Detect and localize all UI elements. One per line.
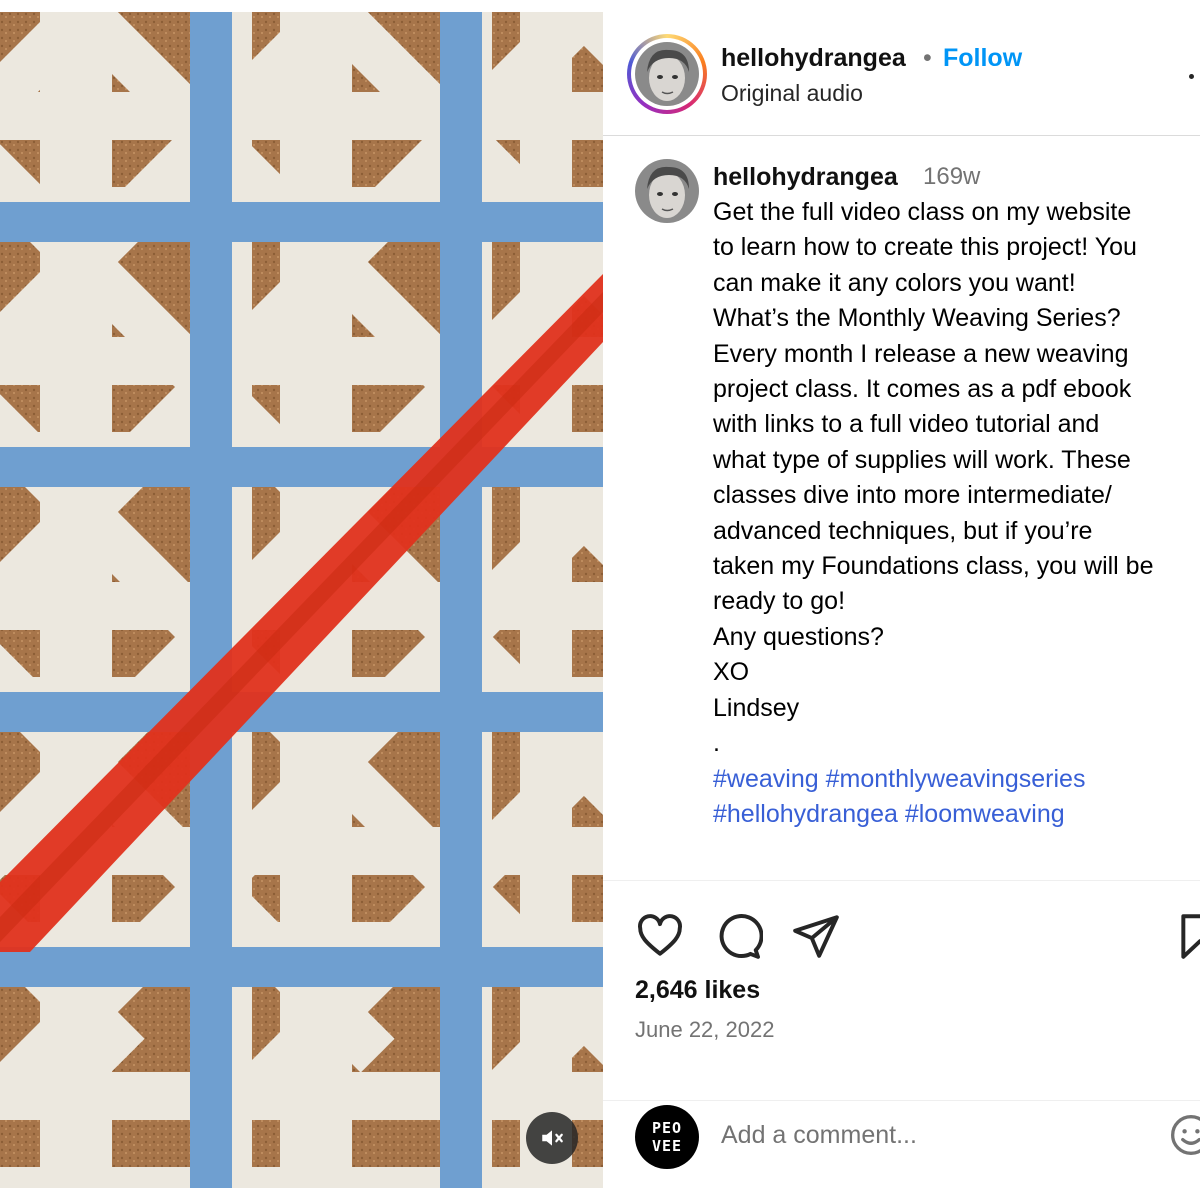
- hashtag-row: #hellohydrangea #loomweaving: [713, 797, 1200, 832]
- caption-line: what type of supplies will work. These: [713, 445, 1131, 474]
- post-date[interactable]: June 22, 2022: [635, 1017, 774, 1043]
- send-icon[interactable]: [791, 911, 841, 961]
- post-actions: 2,646 likes June 22, 2022: [603, 880, 1200, 1100]
- caption-line: Every month I release a new weaving: [713, 339, 1129, 368]
- author-username[interactable]: hellohydrangea: [721, 44, 906, 73]
- caption-line: Get the full video class on my website: [713, 198, 1132, 226]
- more-horizontal-icon[interactable]: [1189, 70, 1200, 82]
- smiley-icon[interactable]: [1169, 1113, 1200, 1157]
- caption-line: What’s the Monthly Weaving Series?: [713, 304, 1121, 333]
- caption-timestamp[interactable]: 169w: [923, 163, 980, 191]
- hashtag-link[interactable]: #weaving: [713, 765, 819, 793]
- current-user-avatar: PEO VEE: [635, 1105, 699, 1169]
- comment-input[interactable]: [721, 1111, 1141, 1159]
- caption-line: ready to go!: [713, 587, 846, 616]
- avatar-logo-text: VEE: [651, 1137, 683, 1155]
- caption-line: advanced techniques, but if you’re: [713, 516, 1093, 545]
- bookmark-icon[interactable]: [1175, 911, 1200, 961]
- caption-author-avatar[interactable]: [635, 159, 699, 223]
- caption-line: with links to a full video tutorial and: [713, 410, 1100, 439]
- caption-author-photo: [635, 159, 699, 223]
- caption-line: Any questions?: [713, 622, 884, 651]
- caption-line: project class. It comes as a pdf ebook: [713, 375, 1132, 404]
- mute-toggle-button[interactable]: [526, 1112, 578, 1164]
- caption-line: XO: [713, 658, 750, 687]
- caption-username[interactable]: hellohydrangea: [713, 163, 898, 192]
- hashtag-link[interactable]: #loomweaving: [905, 800, 1065, 828]
- caption-line: to learn how to create this project! You: [713, 233, 1137, 262]
- audio-label[interactable]: Original audio: [721, 80, 863, 107]
- caption-line: .: [713, 729, 720, 758]
- weaving-photo: [0, 12, 603, 1188]
- likes-count[interactable]: 2,646 likes: [635, 976, 760, 1005]
- post-details-panel: hellohydrangea • Follow Original audio h…: [603, 0, 1200, 1200]
- separator-dot: •: [923, 44, 932, 72]
- heart-icon[interactable]: [635, 911, 685, 961]
- hashtag-row: #weaving #monthlyweavingseries: [713, 762, 1200, 797]
- speaker-muted-icon: [542, 1130, 563, 1146]
- caption-line: classes dive into more intermediate/: [713, 481, 1112, 510]
- caption-section: hellohydrangea 169w Get the full video c…: [603, 137, 1200, 879]
- avatar-logo-text: PEO: [651, 1119, 683, 1137]
- author-avatar[interactable]: [627, 34, 707, 114]
- follow-button[interactable]: Follow: [943, 44, 1022, 73]
- caption-line: Lindsey: [713, 693, 800, 722]
- hashtag-link[interactable]: #hellohydrangea: [713, 800, 898, 828]
- caption-line: taken my Foundations class, you will be: [713, 552, 1154, 581]
- caption-line: can make it any colors you want!: [713, 268, 1076, 297]
- comment-icon[interactable]: [713, 911, 764, 961]
- post-media[interactable]: [0, 12, 603, 1188]
- hashtag-link[interactable]: #monthlyweavingseries: [826, 765, 1086, 793]
- comment-bar: PEO VEE: [603, 1100, 1200, 1188]
- post-header: hellohydrangea • Follow Original audio: [603, 12, 1200, 136]
- caption-text: Get the full video class on my website t…: [713, 195, 1200, 832]
- author-photo: [635, 42, 699, 106]
